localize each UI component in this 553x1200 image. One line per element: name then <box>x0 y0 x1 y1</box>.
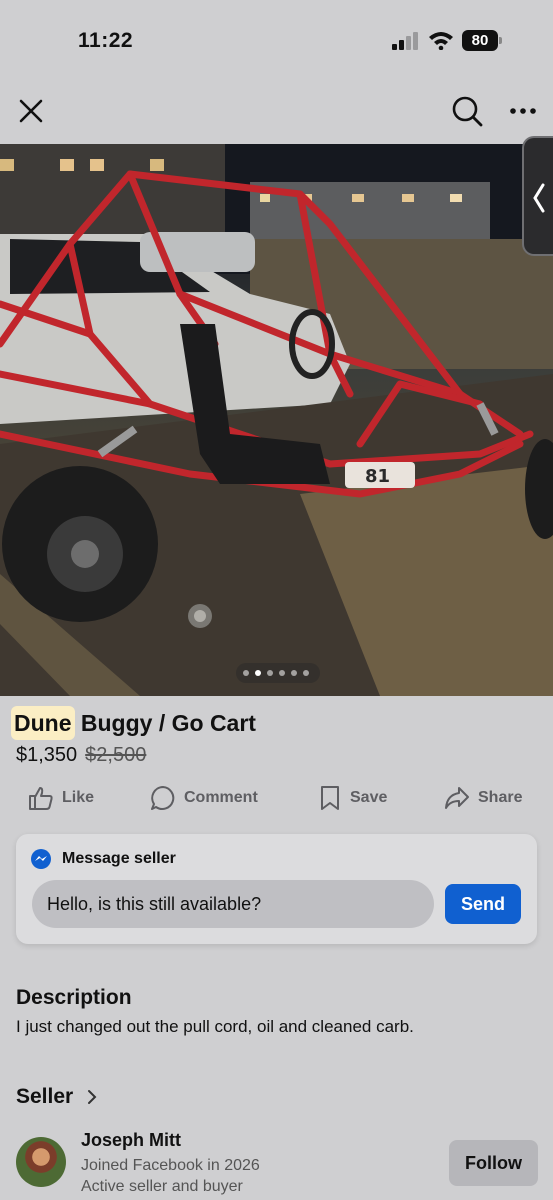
listing-photo[interactable]: 81 <box>0 144 553 696</box>
seller-section-link[interactable]: Seller <box>16 1085 97 1109</box>
close-icon[interactable] <box>16 96 46 126</box>
message-input[interactable]: Hello, is this still available? <box>32 880 434 928</box>
search-icon[interactable] <box>450 94 484 128</box>
status-bar: 11:22 80 <box>0 0 553 80</box>
seller-joined: Joined Facebook in 2026 <box>81 1157 260 1174</box>
clock: 11:22 <box>78 29 134 52</box>
cellular-signal-icon <box>392 32 418 50</box>
like-label: Like <box>62 789 95 806</box>
carousel-dot[interactable] <box>267 670 273 676</box>
comment-icon <box>151 786 175 810</box>
messenger-icon <box>31 849 51 869</box>
battery-level: 80 <box>462 30 498 51</box>
message-seller-title: Message seller <box>62 850 176 867</box>
original-price: $2,500 <box>85 744 147 766</box>
carousel-dot[interactable] <box>291 670 297 676</box>
svg-text:81: 81 <box>365 466 390 487</box>
seller-avatar[interactable] <box>16 1137 66 1187</box>
description-text: I just changed out the pull cord, oil an… <box>16 1017 414 1036</box>
share-label: Share <box>478 789 523 806</box>
follow-button[interactable]: Follow <box>449 1140 538 1186</box>
comment-button[interactable]: Comment <box>150 782 258 814</box>
save-label: Save <box>350 789 388 806</box>
dune-buggy-image: 81 <box>0 144 553 696</box>
share-icon <box>445 787 469 809</box>
photo-carousel-indicator <box>236 663 320 683</box>
bookmark-icon <box>321 786 339 810</box>
save-button[interactable]: Save <box>318 782 387 814</box>
more-options-icon[interactable] <box>506 96 540 126</box>
seller-section-title: Seller <box>16 1085 74 1108</box>
chevron-right-icon <box>88 1090 97 1104</box>
carousel-dot-active[interactable] <box>255 670 261 676</box>
side-panel-tab[interactable] <box>522 136 553 256</box>
wifi-icon <box>429 32 453 50</box>
carousel-dot[interactable] <box>243 670 249 676</box>
description-title: Description <box>16 986 132 1009</box>
comment-label: Comment <box>184 789 258 806</box>
share-button[interactable]: Share <box>444 782 522 814</box>
price: $1,350 <box>16 744 78 766</box>
title-highlight: Dune <box>11 706 75 740</box>
listing-title: Dune Buggy / Go Cart <box>11 706 256 740</box>
seller-status: Active seller and buyer <box>81 1178 243 1195</box>
message-seller-header: Message seller <box>30 848 176 870</box>
send-button[interactable]: Send <box>445 884 521 924</box>
carousel-dot[interactable] <box>279 670 285 676</box>
like-button[interactable]: Like <box>28 782 94 814</box>
price-row: $1,350 $2,500 <box>16 744 146 767</box>
action-bar: Like Comment Save Share <box>0 782 553 814</box>
chevron-left-icon <box>533 183 545 213</box>
seller-name[interactable]: Joseph Mitt <box>81 1130 181 1151</box>
top-nav <box>0 88 553 132</box>
message-seller-card: Message seller Hello, is this still avai… <box>16 834 537 944</box>
like-icon <box>29 787 53 810</box>
carousel-dot[interactable] <box>303 670 309 676</box>
battery-icon: 80 <box>462 30 502 51</box>
title-rest: Buggy / Go Cart <box>74 710 256 736</box>
